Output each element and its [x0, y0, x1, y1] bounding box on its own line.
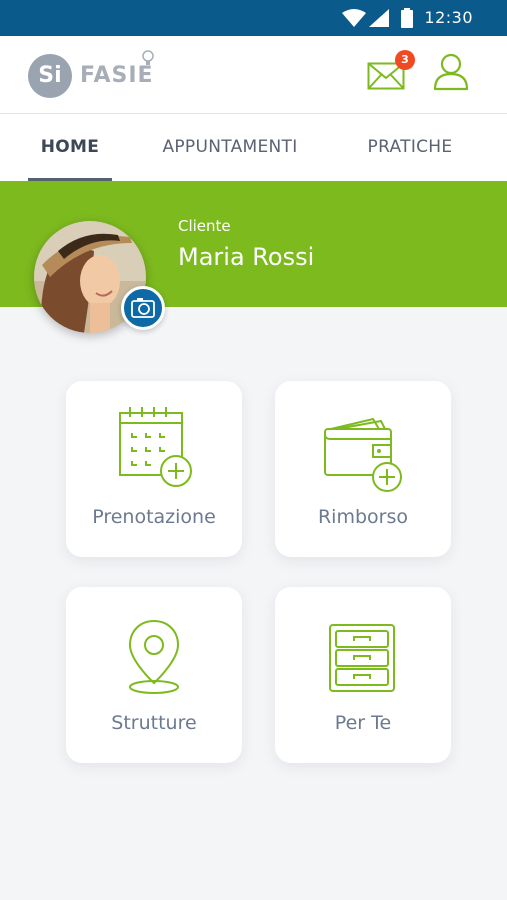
messages-button[interactable]: 3 [367, 50, 415, 92]
card-prenotazione[interactable]: Prenotazione [66, 381, 242, 557]
change-photo-button[interactable] [121, 286, 165, 330]
tab-home-label: HOME [40, 137, 100, 157]
tab-pratiche[interactable]: PRATICHE [350, 114, 470, 181]
battery-icon [401, 8, 413, 28]
user-icon [433, 53, 469, 91]
card-strutture-label: Strutture [111, 712, 197, 734]
profile-role: Cliente [178, 217, 231, 235]
logo-circle: Si [28, 54, 72, 98]
wallet-add-icon [324, 417, 402, 492]
map-pin-icon [128, 619, 180, 694]
tab-bar: HOME APPUNTAMENTI PRATICHE [0, 114, 507, 181]
signal-icon [369, 9, 389, 27]
calendar-add-icon [119, 407, 192, 487]
app-header: Si FASIE 3 [0, 36, 507, 114]
card-prenotazione-label: Prenotazione [92, 506, 216, 528]
card-per-te-label: Per Te [334, 712, 392, 734]
card-per-te[interactable]: Per Te [275, 587, 451, 763]
wifi-icon [342, 9, 366, 27]
tab-home[interactable]: HOME [28, 114, 112, 181]
app-logo[interactable]: Si FASIE [28, 50, 188, 98]
status-bar: 12:30 [0, 0, 507, 36]
tab-appuntamenti-label: APPUNTAMENTI [162, 137, 298, 157]
tab-pratiche-label: PRATICHE [367, 137, 453, 157]
card-rimborso-label: Rimborso [317, 506, 408, 528]
status-time: 12:30 [424, 8, 473, 27]
tab-appuntamenti[interactable]: APPUNTAMENTI [140, 114, 320, 181]
camera-icon [131, 298, 155, 318]
drawers-icon [329, 624, 395, 692]
logo-word: FASIE [80, 63, 154, 88]
lightbulb-icon [142, 50, 154, 65]
profile-name: Maria Rossi [178, 243, 315, 271]
card-strutture[interactable]: Strutture [66, 587, 242, 763]
notification-badge: 3 [395, 50, 415, 70]
card-rimborso[interactable]: Rimborso [275, 381, 451, 557]
profile-button[interactable] [431, 52, 471, 92]
